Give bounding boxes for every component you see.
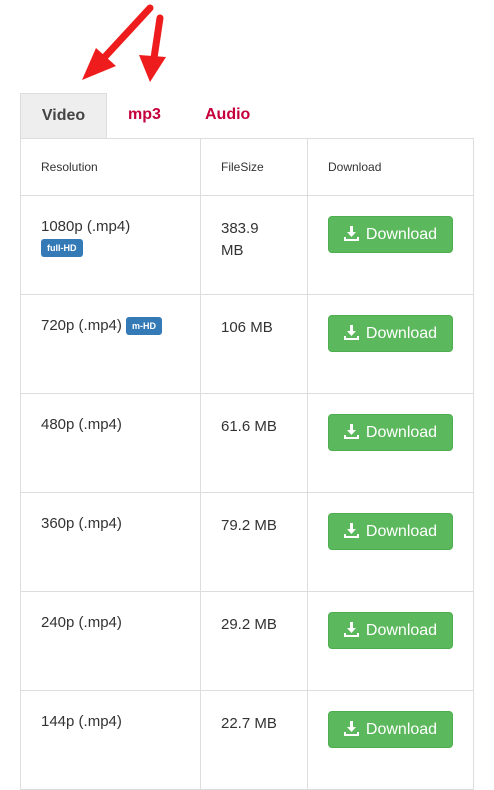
- file-size: 61.6 MB: [221, 418, 277, 435]
- download-button[interactable]: Download: [328, 315, 453, 352]
- download-button[interactable]: Download: [328, 414, 453, 451]
- download-header: Download: [307, 138, 474, 196]
- download-button[interactable]: Download: [328, 612, 453, 649]
- download-button-label: Download: [365, 523, 438, 540]
- resolution-label: 240p (.mp4): [41, 614, 122, 631]
- table-row: 480p (.mp4) 61.6 MB Download: [20, 393, 474, 493]
- file-size: 29.2 MB: [221, 616, 277, 633]
- table-row: 1080p (.mp4) full-HD 383.9 MB Download: [20, 195, 474, 295]
- download-table: Resolution FileSize Download 1080p (.mp4…: [20, 138, 474, 790]
- download-icon: [343, 226, 359, 241]
- table-row: 144p (.mp4) 22.7 MB Download: [20, 690, 474, 790]
- table-row: 360p (.mp4) 79.2 MB Download: [20, 492, 474, 592]
- tab-audio[interactable]: Audio: [205, 93, 250, 137]
- download-button[interactable]: Download: [328, 711, 453, 748]
- download-icon: [343, 424, 359, 439]
- red-arrow-icon: [82, 4, 154, 80]
- download-icon: [343, 325, 359, 340]
- file-size: 79.2 MB: [221, 517, 277, 534]
- resolution-label: 720p (.mp4): [41, 317, 122, 334]
- resolution-header: Resolution: [20, 138, 201, 196]
- download-button-label: Download: [365, 325, 438, 342]
- tab-mp3[interactable]: mp3: [128, 93, 161, 137]
- download-button-label: Download: [365, 721, 438, 738]
- resolution-label: 360p (.mp4): [41, 515, 122, 532]
- download-button-label: Download: [365, 622, 438, 639]
- red-arrow-icon: [139, 14, 166, 82]
- tab-video[interactable]: Video: [20, 93, 107, 138]
- download-button[interactable]: Download: [328, 216, 453, 253]
- file-size: 383.9 MB: [221, 220, 259, 259]
- download-icon: [343, 523, 359, 538]
- quality-badge: m-HD: [126, 317, 163, 336]
- download-button-label: Download: [365, 226, 438, 243]
- table-row: 240p (.mp4) 29.2 MB Download: [20, 591, 474, 691]
- filesize-header: FileSize: [200, 138, 308, 196]
- file-size: 106 MB: [221, 319, 273, 336]
- download-button[interactable]: Download: [328, 513, 453, 550]
- table-row: 720p (.mp4) m-HD 106 MB Download: [20, 294, 474, 394]
- resolution-label: 1080p (.mp4): [41, 218, 131, 235]
- format-tabs: Video mp3 Audio: [20, 93, 474, 138]
- table-header-row: Resolution FileSize Download: [20, 138, 474, 196]
- resolution-label: 480p (.mp4): [41, 416, 122, 433]
- download-icon: [343, 721, 359, 736]
- quality-badge: full-HD: [41, 239, 83, 257]
- download-button-label: Download: [365, 424, 438, 441]
- annotation-arrows: [82, 4, 166, 82]
- file-size: 22.7 MB: [221, 715, 277, 732]
- resolution-label: 144p (.mp4): [41, 713, 122, 730]
- download-icon: [343, 622, 359, 637]
